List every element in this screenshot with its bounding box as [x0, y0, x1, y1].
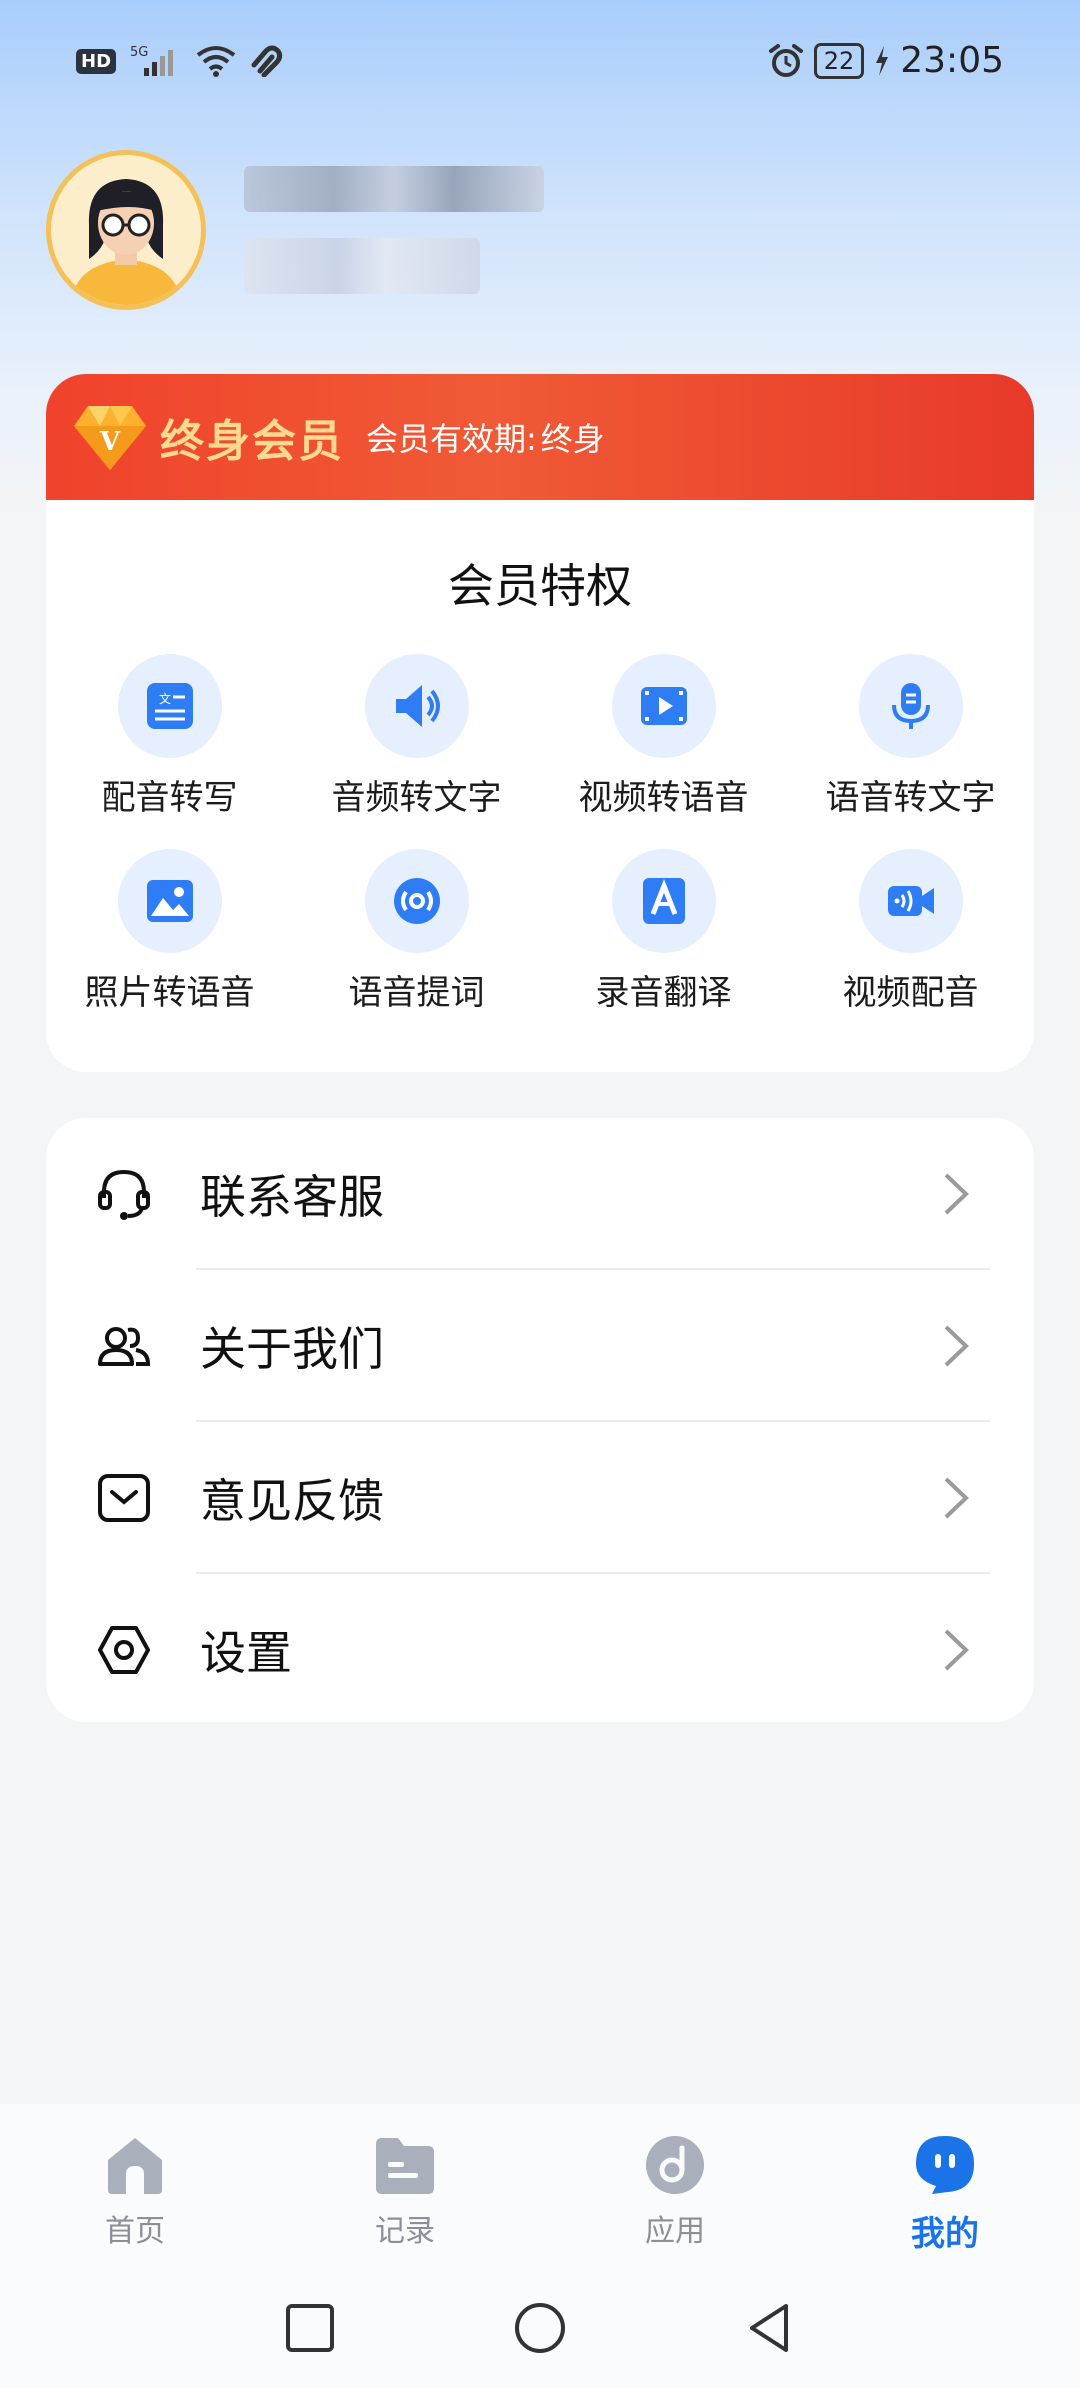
menu-item-feedback[interactable]: 意见反馈: [46, 1422, 1034, 1574]
image-icon: [146, 880, 193, 922]
user-avatar-icon: [71, 179, 181, 305]
status-bar: HD 5G 22 23:05: [0, 0, 1080, 130]
bottom-navigation: 首页 记录 应用 我的: [0, 2104, 1080, 2272]
speaker-icon: [395, 685, 440, 727]
system-navigation-bar: [0, 2272, 1080, 2388]
privilege-label: 音频转文字: [331, 778, 502, 818]
menu-item-about-us[interactable]: 关于我们: [46, 1270, 1034, 1422]
privilege-video-dubbing[interactable]: 视频配音: [787, 849, 1034, 1014]
home-button-icon[interactable]: [512, 2300, 568, 2356]
svg-text:文: 文: [159, 691, 171, 706]
battery-icon: 22: [813, 42, 865, 79]
nav-tab-apps[interactable]: 应用: [540, 2104, 810, 2272]
chevron-right-icon: [944, 1629, 969, 1671]
privileges-grid: 文 配音转写 音频转文字 视频转语音 语音转文字 照片转语音 语音提词 录音翻译…: [46, 654, 1034, 1014]
privilege-icon-bg: [611, 654, 716, 758]
folder-icon: [376, 2138, 434, 2194]
profile-bubble-icon: [916, 2136, 974, 2194]
membership-card: V 终身会员 会员有效期: 终身 会员特权 文 配音转写 音频转文字 视频转语音…: [46, 374, 1034, 1072]
svg-text:V: V: [99, 427, 121, 457]
users-icon: [98, 1327, 151, 1366]
privilege-icon-bg: [364, 849, 469, 953]
privilege-audio-to-text[interactable]: 音频转文字: [293, 654, 540, 819]
privilege-icon-bg: 文: [117, 654, 222, 758]
broadcast-icon: [393, 878, 440, 924]
privilege-recording-translate[interactable]: 录音翻译: [540, 849, 787, 1014]
nav-label: 首页: [105, 2214, 165, 2249]
network-gen-text: 5G: [130, 45, 148, 60]
nav-label: 应用: [645, 2214, 705, 2249]
membership-expiry: 会员有效期: 终身: [366, 414, 605, 460]
translate-icon: [642, 878, 685, 924]
privilege-speech-to-text[interactable]: 语音转文字: [787, 654, 1034, 819]
privilege-label: 视频转语音: [578, 778, 749, 818]
privilege-video-to-speech[interactable]: 视频转语音: [540, 654, 787, 819]
vip-diamond-icon: V: [74, 406, 146, 470]
privilege-icon-bg: [117, 849, 222, 953]
membership-title: 终身会员: [160, 416, 344, 467]
microphone-icon: [891, 683, 930, 729]
privilege-label: 照片转语音: [84, 973, 255, 1013]
menu-label: 联系客服: [200, 1170, 384, 1224]
privilege-icon-bg: [611, 849, 716, 953]
menu-label: 设置: [200, 1626, 292, 1680]
privilege-label: 语音提词: [348, 973, 485, 1013]
menu-item-contact-support[interactable]: 联系客服: [46, 1118, 1034, 1270]
chevron-right-icon: [944, 1325, 969, 1367]
feedback-icon: [98, 1474, 150, 1522]
settings-icon: [98, 1626, 150, 1674]
alarm-icon: [768, 43, 803, 77]
clock-time: 23:05: [900, 40, 1004, 81]
menu-label: 意见反馈: [200, 1474, 384, 1528]
back-icon[interactable]: [742, 2300, 798, 2356]
privilege-icon-bg: [364, 654, 469, 758]
nav-label: 记录: [375, 2214, 435, 2249]
privileges-title: 会员特权: [448, 559, 632, 613]
status-right: 22 23:05: [768, 40, 1004, 81]
chevron-right-icon: [944, 1173, 969, 1215]
status-left: HD 5G: [76, 44, 286, 78]
nav-label: 我的: [911, 2214, 979, 2254]
transcribe-icon: 文: [146, 683, 193, 729]
apps-icon: [646, 2136, 704, 2194]
nav-tab-home[interactable]: 首页: [0, 2104, 270, 2272]
recent-apps-icon[interactable]: [282, 2300, 338, 2356]
privilege-dubbing-transcribe[interactable]: 文 配音转写: [46, 654, 293, 819]
expiry-label: 会员有效期:: [366, 420, 537, 458]
headset-icon: [98, 1169, 150, 1220]
privilege-icon-bg: [858, 654, 963, 758]
privilege-photo-to-speech[interactable]: 照片转语音: [46, 849, 293, 1014]
expiry-value: 终身: [540, 420, 605, 458]
wifi-icon: [196, 46, 236, 77]
username-redacted: [244, 166, 544, 212]
privilege-label: 语音转文字: [825, 778, 996, 818]
membership-banner[interactable]: V 终身会员 会员有效期: 终身: [46, 374, 1034, 500]
privilege-label: 视频配音: [842, 973, 979, 1013]
charging-icon: [876, 45, 889, 76]
menu-card: 联系客服 关于我们 意见反馈 设置: [46, 1118, 1034, 1722]
menu-label: 关于我们: [200, 1322, 384, 1376]
hd-indicator: HD: [76, 48, 117, 74]
home-icon: [108, 2138, 162, 2194]
avatar[interactable]: [46, 150, 206, 310]
user-id-redacted: [244, 238, 480, 294]
privilege-icon-bg: [858, 849, 963, 953]
nav-tab-records[interactable]: 记录: [270, 2104, 540, 2272]
menu-item-settings[interactable]: 设置: [46, 1574, 1034, 1722]
link-icon: [251, 45, 283, 77]
video-icon: [640, 687, 687, 725]
signal-icon: 5G: [130, 45, 174, 76]
privilege-voice-prompter[interactable]: 语音提词: [293, 849, 540, 1014]
privilege-label: 录音翻译: [595, 973, 732, 1013]
chevron-right-icon: [944, 1477, 969, 1519]
privilege-label: 配音转写: [101, 778, 238, 818]
nav-tab-mine[interactable]: 我的: [810, 2104, 1080, 2272]
video-camera-icon: [887, 886, 934, 916]
